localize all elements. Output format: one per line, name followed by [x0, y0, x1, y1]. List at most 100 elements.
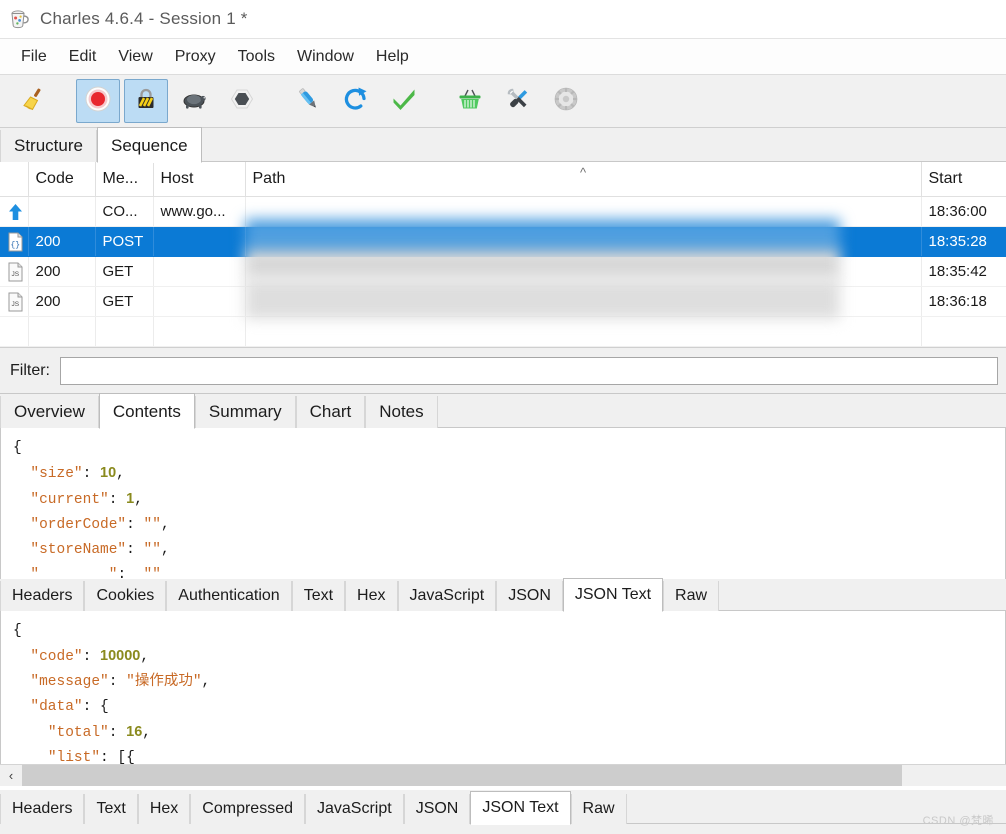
table-row[interactable]: {} 200 POST 18:35:28 — [0, 226, 1006, 257]
request-body-tabstrip: Headers Cookies Authentication Text Hex … — [0, 578, 1006, 612]
table-row[interactable]: CO... www.go... 18:36:00 — [0, 196, 1006, 227]
menu-file[interactable]: File — [10, 45, 58, 69]
tab-resp-json[interactable]: JSON — [403, 794, 471, 824]
tab-json[interactable]: JSON — [496, 581, 563, 611]
table-header-row: Code Me... Host Path ^ Start — [0, 162, 1006, 197]
request-json-pane[interactable]: { "size": 10, "current": 1, "orderCode":… — [0, 428, 1006, 579]
validate-button[interactable] — [382, 79, 426, 123]
throttle-button[interactable] — [124, 79, 168, 123]
response-body-bar: Headers Text Hex Compressed JavaScript J… — [0, 790, 1006, 834]
col-header-code[interactable]: Code — [28, 162, 96, 197]
tab-text[interactable]: Text — [291, 581, 346, 611]
preferences-button[interactable] — [544, 79, 588, 123]
cell-method: GET — [95, 286, 154, 317]
tab-authentication[interactable]: Authentication — [166, 581, 292, 611]
code-line: { — [13, 623, 22, 639]
menu-proxy[interactable]: Proxy — [164, 45, 227, 69]
tab-summary[interactable]: Summary — [194, 396, 296, 428]
scrollbar-thumb[interactable] — [22, 764, 902, 786]
turtle-icon — [179, 84, 209, 118]
code-line-partial: "list": [{ — [47, 750, 135, 764]
throttle-settings-button[interactable] — [172, 79, 216, 123]
main-toolbar — [0, 74, 1006, 128]
tab-cookies[interactable]: Cookies — [84, 581, 167, 611]
tab-structure[interactable]: Structure — [0, 130, 97, 162]
json-file-icon: {} — [7, 232, 24, 252]
watermark: CSDN @梵晞 — [922, 815, 994, 827]
tab-resp-raw[interactable]: Raw — [570, 794, 627, 824]
tools-wrench-icon — [503, 84, 533, 118]
horizontal-scrollbar[interactable]: ‹ — [0, 764, 1006, 786]
tab-overview[interactable]: Overview — [0, 396, 99, 428]
col-header-icon[interactable] — [0, 162, 29, 197]
tab-resp-text[interactable]: Text — [84, 794, 138, 824]
record-button[interactable] — [76, 79, 120, 123]
code-line: "size": 10, — [30, 465, 125, 482]
code-line: "data": { — [30, 699, 109, 715]
clear-session-button[interactable] — [10, 79, 54, 123]
menu-tools[interactable]: Tools — [227, 45, 286, 69]
breakpoint-hexagon-icon — [227, 84, 257, 118]
record-icon — [83, 84, 113, 118]
tab-sequence[interactable]: Sequence — [96, 127, 202, 163]
basket-button[interactable] — [448, 79, 492, 123]
repeat-button[interactable] — [334, 79, 378, 123]
window-title: Charles 4.6.4 - Session 1 * — [40, 9, 248, 28]
tab-javascript[interactable]: JavaScript — [397, 581, 497, 611]
cell-method: POST — [95, 226, 154, 257]
cell-start: 18:36:18 — [921, 286, 1006, 317]
tab-resp-javascript[interactable]: JavaScript — [304, 794, 404, 824]
cell-code — [28, 196, 96, 227]
svg-text:{}: {} — [10, 241, 20, 250]
menu-window[interactable]: Window — [286, 45, 365, 69]
table-row[interactable]: JS 200 GET 18:36:18 — [0, 286, 1006, 317]
request-tabstrip: Overview Contents Summary Chart Notes — [0, 393, 1006, 429]
scrollbar-track[interactable] — [22, 764, 1006, 786]
col-header-start[interactable]: Start — [921, 162, 1006, 197]
upload-arrow-icon — [7, 202, 24, 222]
tab-headers[interactable]: Headers — [0, 581, 85, 611]
code-line: "storeName": "", — [30, 542, 170, 558]
validate-check-icon — [389, 84, 419, 118]
js-file-icon: JS — [7, 292, 24, 312]
tools-button[interactable] — [496, 79, 540, 123]
filter-input[interactable] — [60, 356, 998, 385]
cell-path — [245, 196, 922, 227]
compose-pen-icon — [293, 84, 323, 118]
code-line-partial: " ": "" — [30, 567, 161, 579]
tab-resp-compressed[interactable]: Compressed — [190, 794, 305, 824]
cell-start: 18:36:00 — [921, 196, 1006, 227]
col-header-method[interactable]: Me... — [95, 162, 154, 197]
tab-hex[interactable]: Hex — [345, 581, 398, 611]
cell-path — [245, 226, 922, 257]
tab-notes[interactable]: Notes — [365, 396, 438, 428]
tab-resp-hex[interactable]: Hex — [137, 794, 191, 824]
cell-path — [245, 256, 922, 287]
basket-icon — [455, 84, 485, 118]
table-row[interactable] — [0, 316, 1006, 347]
scroll-left-icon[interactable]: ‹ — [0, 764, 22, 786]
tab-json-text[interactable]: JSON Text — [562, 578, 664, 612]
title-bar: Charles 4.6.4 - Session 1 * — [0, 0, 1006, 38]
tab-contents[interactable]: Contents — [98, 393, 195, 429]
menu-edit[interactable]: Edit — [58, 45, 108, 69]
cell-code: 200 — [28, 286, 96, 317]
response-json-pane[interactable]: { "code": 10000, "message": "操作成功", "dat… — [0, 611, 1006, 764]
col-header-path[interactable]: Path ^ — [245, 162, 922, 197]
compose-button[interactable] — [286, 79, 330, 123]
cell-host: www.go... — [153, 196, 246, 227]
tab-resp-headers[interactable]: Headers — [0, 794, 85, 824]
tab-raw[interactable]: Raw — [663, 581, 720, 611]
breakpoints-button[interactable] — [220, 79, 264, 123]
col-header-host[interactable]: Host — [153, 162, 246, 197]
menu-help[interactable]: Help — [365, 45, 420, 69]
table-row[interactable]: JS 200 GET 18:35:42 — [0, 256, 1006, 287]
cell-path — [245, 286, 922, 317]
tab-chart[interactable]: Chart — [295, 396, 366, 428]
tab-resp-json-text[interactable]: JSON Text — [470, 791, 571, 825]
col-header-path-label: Path — [252, 170, 286, 187]
charles-jug-icon — [8, 8, 30, 30]
cell-method: GET — [95, 256, 154, 287]
menu-view[interactable]: View — [107, 45, 163, 69]
cell-code: 200 — [28, 256, 96, 287]
